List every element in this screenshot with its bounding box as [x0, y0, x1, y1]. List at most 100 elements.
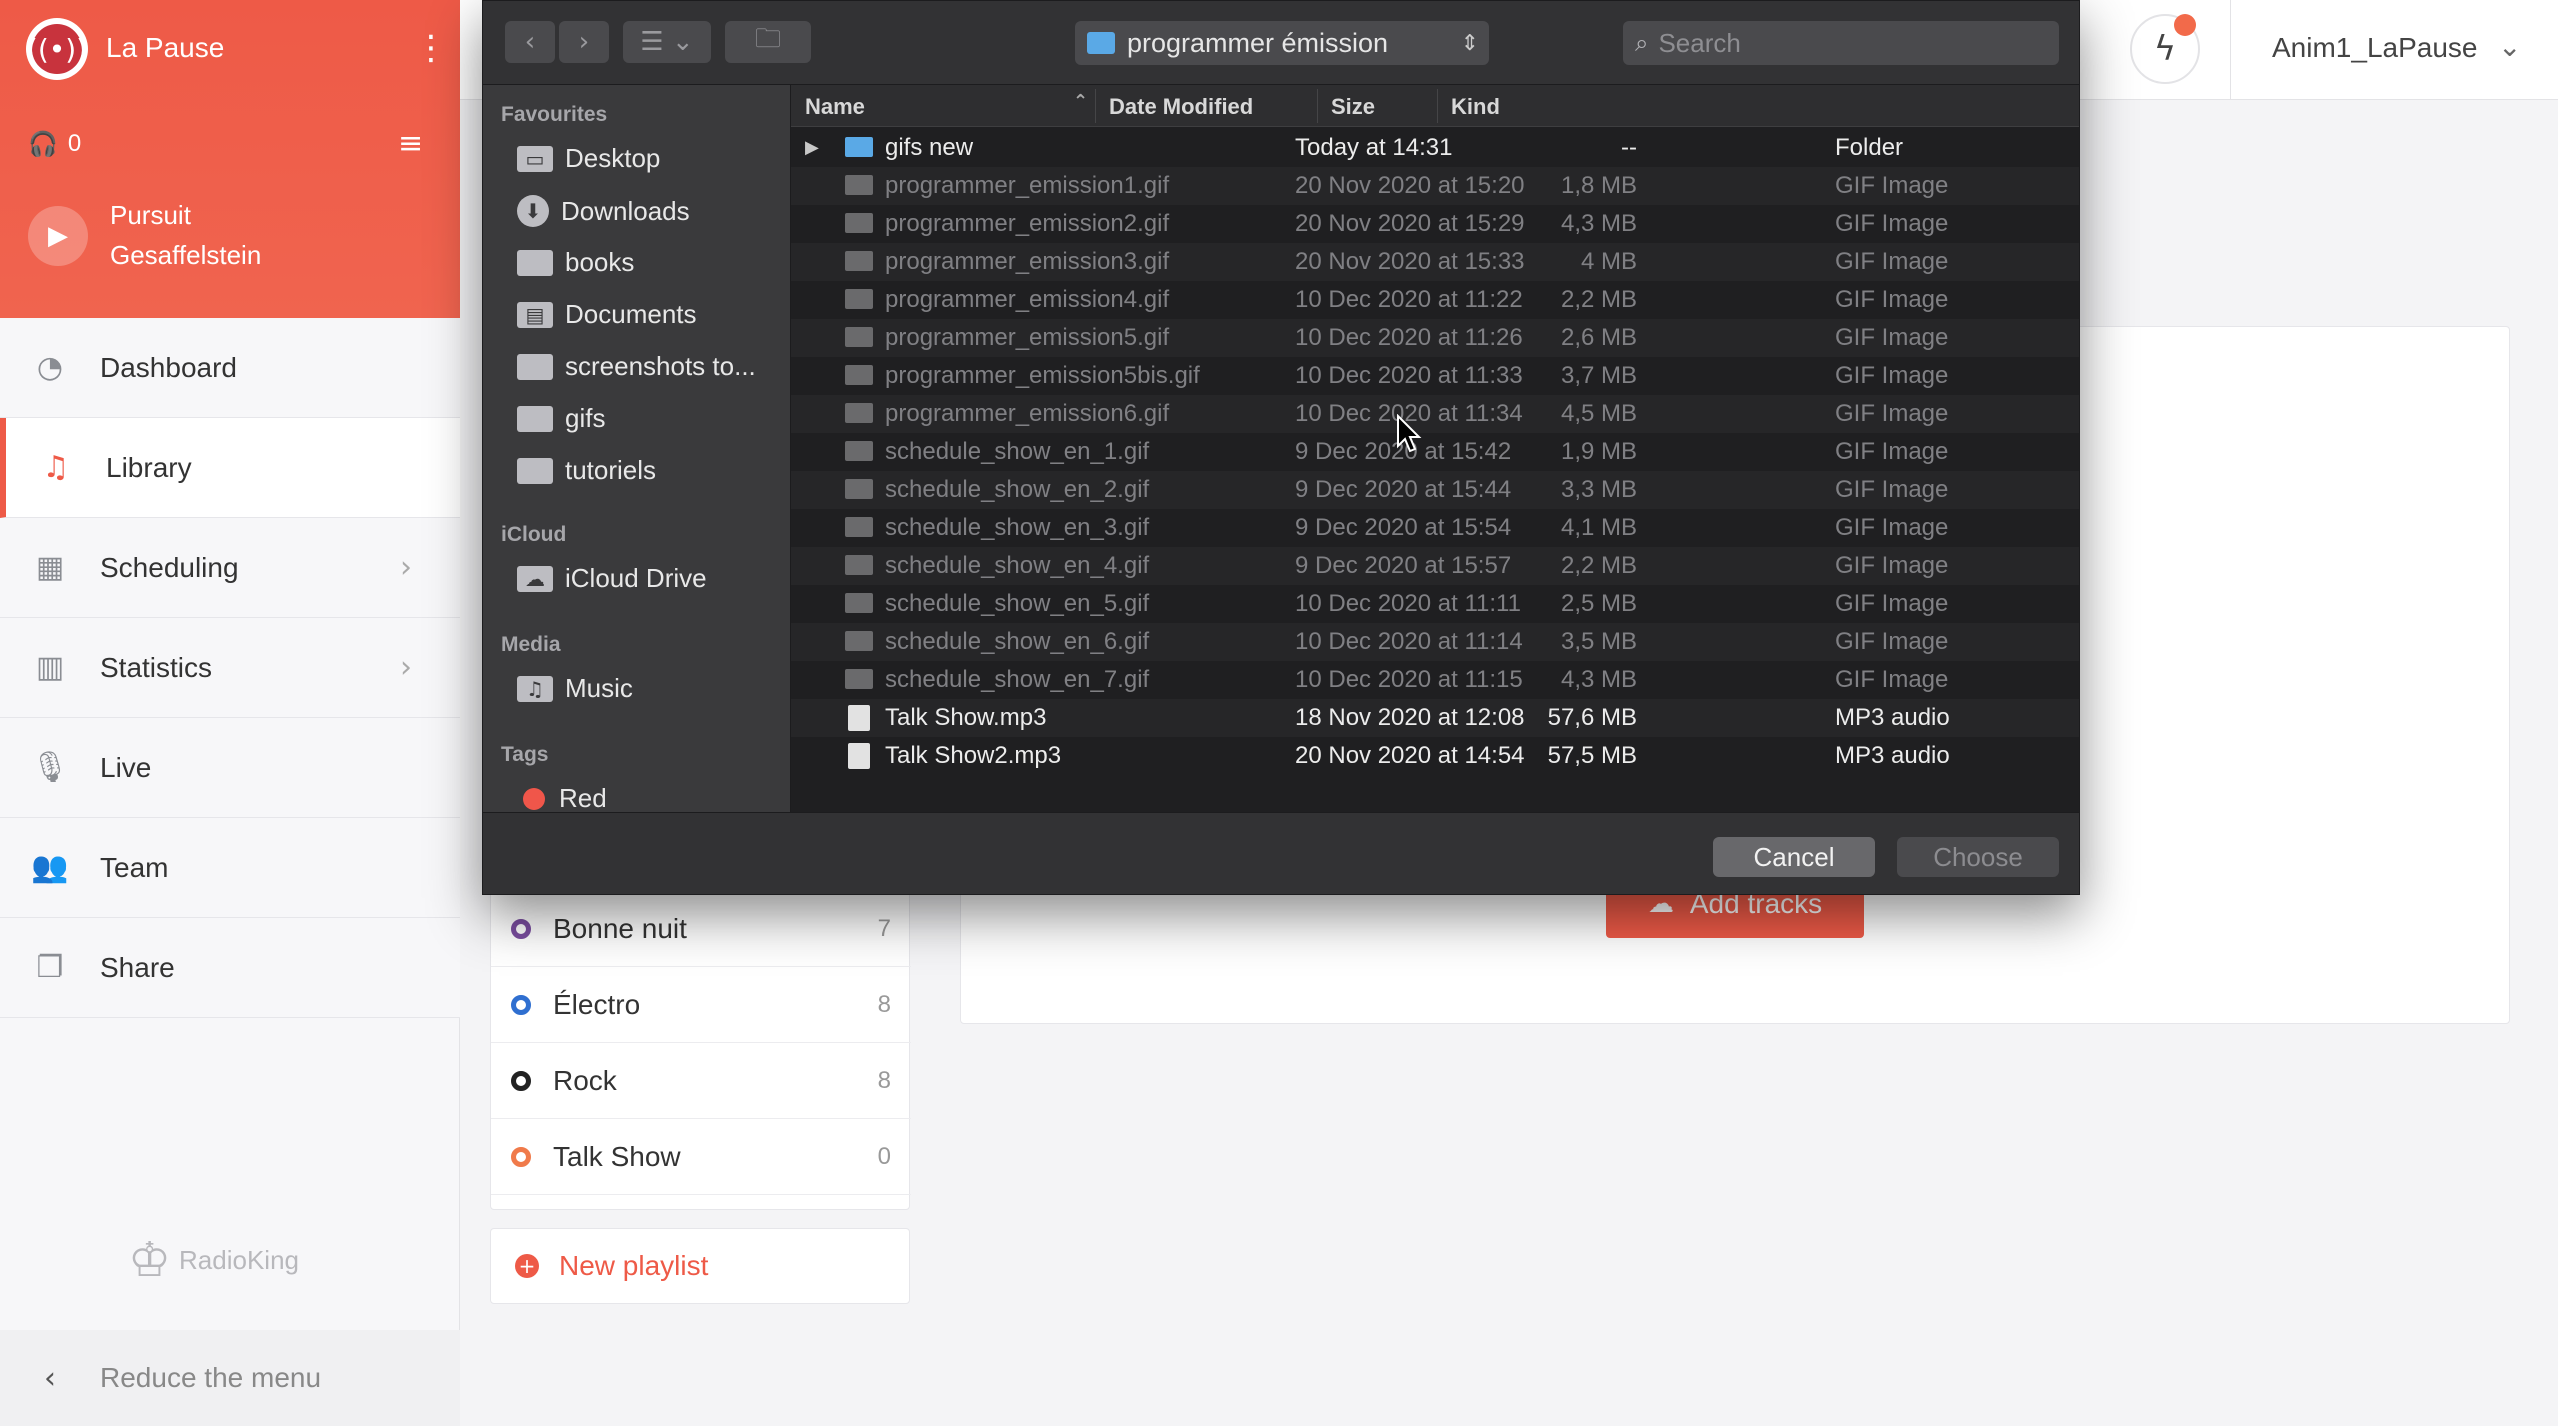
back-button[interactable]: ‹	[505, 21, 555, 63]
file-kind: MP3 audio	[1835, 742, 1950, 769]
file-size: 2,5 MB	[1560, 590, 1637, 617]
sidebar-item-statistics[interactable]: ▥ Statistics ›	[0, 618, 460, 718]
radio-name[interactable]: La Pause	[106, 32, 224, 64]
sidebar-item-live[interactable]: 🎙 Live	[0, 718, 460, 818]
search-input[interactable]	[1658, 27, 2039, 59]
reduce-menu-button[interactable]: ‹ Reduce the menu	[0, 1330, 460, 1426]
file-size: 4,5 MB	[1560, 400, 1637, 427]
file-size: 2,2 MB	[1560, 552, 1637, 579]
file-name: schedule_show_en_6.gif	[885, 628, 1150, 655]
sidebar-location-gifs[interactable]: gifs	[517, 403, 605, 434]
playlist-count: 0	[877, 1142, 891, 1170]
playlist-item[interactable]: Électro 8	[491, 967, 911, 1043]
file-row: schedule_show_en_1.gif 9 Dec 2020 at 15:4…	[791, 433, 2079, 471]
choose-button[interactable]: Choose	[1897, 837, 2059, 877]
sidebar-location-books[interactable]: books	[517, 247, 634, 278]
column-divider	[1437, 89, 1438, 123]
cancel-button[interactable]: Cancel	[1713, 837, 1875, 877]
playlist-item[interactable]: Rock 8	[491, 1043, 911, 1119]
playlist-item[interactable]: Bonne nuit 7	[491, 891, 911, 967]
playlist-name: Rock	[553, 1064, 617, 1096]
image-file-icon	[845, 631, 873, 651]
file-row: programmer_emission5.gif 10 Dec 2020 at 1…	[791, 319, 2079, 357]
crown-icon: ♔	[128, 1232, 172, 1288]
radio-logo[interactable]: ((•))	[26, 18, 88, 80]
file-name: programmer_emission5bis.gif	[885, 362, 1200, 389]
sidebar-location-label: tutoriels	[565, 455, 657, 485]
column-kind[interactable]: Kind	[1451, 94, 1500, 120]
file-row[interactable]: Talk Show.mp3 18 Nov 2020 at 12:08 57,6 MB…	[791, 699, 2079, 737]
file-name: Talk Show.mp3	[885, 704, 1047, 731]
sort-ascending-icon[interactable]: ⌃	[1073, 91, 1088, 112]
folder-icon	[517, 249, 553, 276]
file-row[interactable]: Talk Show2.mp3 20 Nov 2020 at 14:54 57,5 M…	[791, 737, 2079, 775]
location-select[interactable]: programmer émission ⇕	[1075, 21, 1489, 65]
view-options-button[interactable]: ☰ ⌄	[623, 21, 711, 63]
location-label: programmer émission	[1127, 27, 1389, 58]
column-name[interactable]: Name	[805, 94, 865, 120]
queue-icon[interactable]: ≡	[398, 126, 423, 161]
users-icon: 👥	[31, 850, 69, 885]
column-size[interactable]: Size	[1331, 94, 1375, 120]
file-size: 4 MB	[1580, 248, 1637, 275]
user-menu[interactable]: Anim1_LaPause	[2272, 32, 2477, 64]
file-size: 3,5 MB	[1560, 628, 1637, 655]
forward-button[interactable]: ›	[559, 21, 609, 63]
file-row: programmer_emission2.gif 20 Nov 2020 at 1…	[791, 205, 2079, 243]
sidebar-item-share[interactable]: ❐ Share	[0, 918, 460, 1018]
sidebar-location-documents[interactable]: ▤ Documents	[517, 299, 697, 330]
file-row: programmer_emission6.gif 10 Dec 2020 at 1…	[791, 395, 2079, 433]
folder-icon	[1087, 32, 1115, 54]
sidebar-location-desktop[interactable]: ▭ Desktop	[517, 143, 660, 174]
column-date[interactable]: Date Modified	[1109, 94, 1253, 120]
file-size: 3,7 MB	[1560, 362, 1637, 389]
file-row: programmer_emission4.gif 10 Dec 2020 at 1…	[791, 281, 2079, 319]
reduce-menu-label: Reduce the menu	[100, 1362, 322, 1393]
share-icon: ❐	[36, 950, 64, 985]
chevron-down-icon[interactable]: ⌄	[2498, 30, 2521, 63]
file-name: programmer_emission3.gif	[885, 248, 1170, 275]
sidebar-section-media: Media	[501, 633, 561, 656]
search-field[interactable]: ⌕	[1623, 21, 2059, 65]
sidebar-location-icloud-drive[interactable]: ☁ iCloud Drive	[517, 563, 707, 594]
file-list: Name ⌃ Date Modified Size Kind ▶ gifs new…	[791, 85, 2079, 812]
file-size: 57,6 MB	[1547, 704, 1637, 731]
folder-row[interactable]: ▶ gifs new Today at 14:31 -- Folder	[791, 129, 2079, 167]
file-size: 2,2 MB	[1560, 286, 1637, 313]
red-tag-icon	[523, 787, 545, 810]
file-row: schedule_show_en_5.gif 10 Dec 2020 at 11:…	[791, 585, 2079, 623]
sidebar-item-scheduling[interactable]: ▦ Scheduling ›	[0, 518, 460, 618]
file-name: programmer_emission4.gif	[885, 286, 1170, 313]
play-button[interactable]: ▶	[28, 206, 88, 266]
file-size: 4,3 MB	[1560, 210, 1637, 237]
file-kind: GIF Image	[1835, 514, 1949, 541]
sidebar-location-red[interactable]: Red	[517, 783, 607, 812]
new-playlist-button[interactable]: + New playlist	[490, 1228, 910, 1304]
new-folder-button[interactable]: 🗀	[725, 21, 811, 63]
sidebar-item-team[interactable]: 👥 Team	[0, 818, 460, 918]
now-playing-title: Pursuit	[110, 200, 191, 230]
disclosure-triangle-icon[interactable]: ▶	[805, 137, 819, 158]
sidebar-location-tutoriels[interactable]: tutoriels	[517, 455, 656, 486]
sidebar-item-library[interactable]: ♫ Library	[0, 418, 460, 518]
playlist-item[interactable]: Talk Show 0	[491, 1119, 911, 1195]
microphone-icon: 🎙	[30, 750, 70, 785]
folder-icon	[845, 137, 873, 157]
sidebar-location-music[interactable]: ♫ Music	[517, 673, 633, 704]
listeners-value: 0	[67, 130, 82, 157]
more-vertical-icon[interactable]: ⋮	[414, 28, 448, 68]
file-date: 10 Dec 2020 at 11:14	[1295, 628, 1523, 655]
sidebar-location-screenshots-to[interactable]: screenshots to...	[517, 351, 756, 382]
image-file-icon	[845, 175, 873, 195]
sidebar-item-dashboard[interactable]: ◔ Dashboard	[0, 318, 460, 418]
document-icon: ▤	[517, 301, 553, 328]
image-file-icon	[845, 517, 873, 537]
gauge-icon: ◔	[36, 350, 64, 385]
image-file-icon	[845, 669, 873, 689]
image-file-icon	[845, 289, 873, 309]
file-kind: GIF Image	[1835, 210, 1949, 237]
file-kind: GIF Image	[1835, 248, 1949, 275]
file-row: schedule_show_en_4.gif 9 Dec 2020 at 15:5…	[791, 547, 2079, 585]
file-row: programmer_emission3.gif 20 Nov 2020 at 1…	[791, 243, 2079, 281]
sidebar-location-downloads[interactable]: ⬇ Downloads	[517, 195, 690, 227]
